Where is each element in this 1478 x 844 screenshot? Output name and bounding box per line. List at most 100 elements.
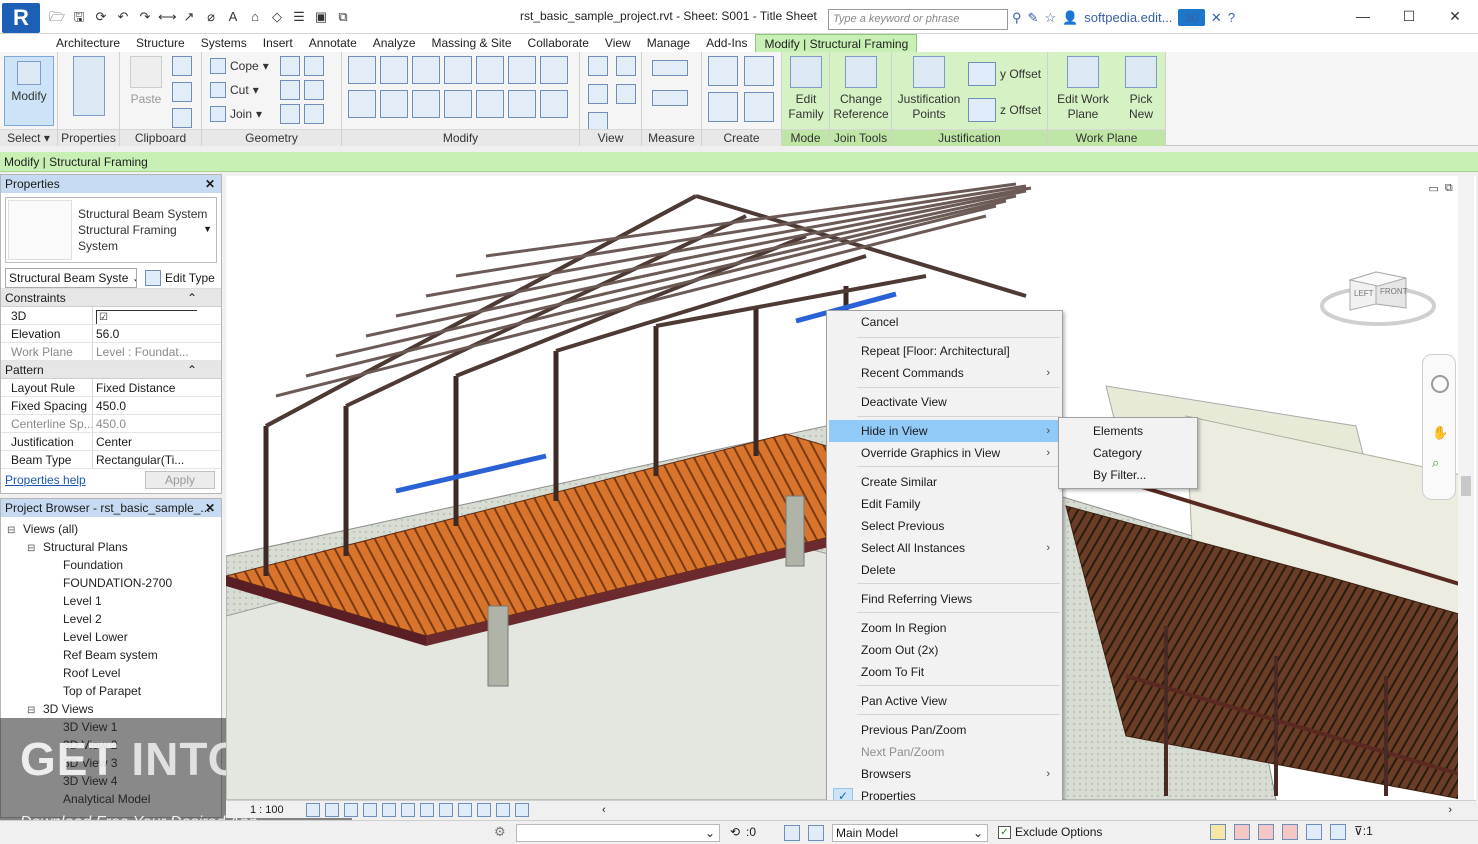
tab-massing-site[interactable]: Massing & Site (424, 34, 520, 52)
app-logo[interactable]: R (2, 3, 40, 33)
browser-item[interactable]: ⊟ 3D Views (1, 700, 221, 718)
tab-view[interactable]: View (597, 34, 639, 52)
rotate-icon[interactable] (412, 90, 440, 118)
close-icon[interactable]: ✕ (1432, 0, 1478, 32)
browser-item[interactable]: Roof Level (1, 664, 221, 682)
sun-path-icon[interactable] (344, 803, 358, 817)
property-group-header[interactable]: Constraints ⌃ (1, 289, 221, 307)
apply-button[interactable]: Apply (145, 471, 215, 489)
user-name[interactable]: softpedia.edit... (1084, 10, 1172, 25)
property-group-header[interactable]: Pattern ⌃ (1, 361, 221, 379)
tab-manage[interactable]: Manage (639, 34, 698, 52)
remove-paint-icon[interactable] (304, 104, 324, 124)
property-value[interactable]: 450.0 (93, 415, 197, 432)
view-scale[interactable]: 1 : 100 (250, 801, 284, 819)
section-icon[interactable]: ◇ (268, 8, 286, 26)
similar-icon[interactable] (744, 92, 774, 122)
property-value[interactable]: Level : Foundat... (93, 343, 197, 360)
tab-collaborate[interactable]: Collaborate (520, 34, 597, 52)
browser-item[interactable]: FOUNDATION-2700 (1, 574, 221, 592)
reveal-hidden-icon[interactable] (477, 803, 491, 817)
create-group-icon[interactable] (708, 92, 738, 122)
filter-icon[interactable]: ⊽:1 (1354, 824, 1373, 840)
tab-insert[interactable]: Insert (255, 34, 301, 52)
vertical-scrollbar[interactable] (1458, 176, 1474, 800)
scale-icon[interactable] (508, 90, 536, 118)
menu-item-zoom-in-region[interactable]: Zoom In Region (829, 617, 1060, 639)
analytical-model-icon[interactable] (496, 803, 510, 817)
detail-level-icon[interactable] (306, 803, 320, 817)
tab-annotate[interactable]: Annotate (301, 34, 365, 52)
menu-item-previous-pan-zoom[interactable]: Previous Pan/Zoom (829, 719, 1060, 741)
hide-icon[interactable] (588, 56, 608, 76)
edit-type-button[interactable]: Edit Type (145, 269, 215, 286)
text-icon[interactable]: A (224, 8, 242, 26)
menu-item-cancel[interactable]: Cancel (829, 311, 1060, 333)
cope-button[interactable]: Cope ▾ (210, 58, 269, 74)
browser-item[interactable]: Ref Beam system (1, 646, 221, 664)
steering-wheel-icon[interactable] (1431, 375, 1449, 393)
collapse-icon[interactable]: ⊟ (7, 522, 17, 540)
split-gap-icon[interactable] (508, 56, 536, 84)
design-options-icon[interactable] (784, 825, 800, 841)
save-icon[interactable]: 🖫 (70, 8, 88, 26)
property-value[interactable]: Rectangular(Ti... (93, 451, 197, 468)
collapse-icon[interactable]: ⊟ (27, 540, 37, 558)
paint-icon[interactable] (304, 80, 324, 100)
submenu-item-elements[interactable]: Elements (1061, 420, 1195, 442)
menu-item-select-all-instances[interactable]: Select All Instances › (829, 537, 1060, 559)
select-underlay-icon[interactable] (1234, 824, 1250, 840)
submenu-item-category[interactable]: Category (1061, 442, 1195, 464)
browser-item[interactable]: ⊟ Views (all) (1, 520, 221, 538)
delete-icon[interactable] (540, 90, 568, 118)
zoom-icon[interactable]: ⌕ (1432, 455, 1448, 471)
edit-work-plane-button[interactable]: Edit Work Plane (1050, 56, 1116, 122)
cut-button[interactable]: Cut ▾ (210, 82, 259, 98)
drag-elements-icon[interactable] (1306, 824, 1322, 840)
crop-view-icon[interactable] (401, 803, 415, 817)
browser-item[interactable]: Level 1 (1, 592, 221, 610)
create-parts-icon[interactable] (744, 56, 774, 86)
menu-item-find-referring-views[interactable]: Find Referring Views (829, 588, 1060, 610)
viewcube-left-label[interactable]: LEFT (1354, 289, 1374, 298)
menu-item-recent-commands[interactable]: Recent Commands › (829, 362, 1060, 384)
trim-icon[interactable] (444, 90, 472, 118)
help-icon[interactable]: ? (1228, 10, 1235, 25)
move-icon[interactable] (348, 90, 376, 118)
render-icon[interactable] (382, 803, 396, 817)
menu-item-browsers[interactable]: Browsers › (829, 763, 1060, 785)
viewport-restore-icon[interactable]: ⧉ (1445, 182, 1453, 195)
menu-item-zoom-out-2x[interactable]: Zoom Out (2x) (829, 639, 1060, 661)
tab-analyze[interactable]: Analyze (365, 34, 424, 52)
pan-icon[interactable]: ✋ (1432, 425, 1448, 441)
wall-joins-icon[interactable] (280, 56, 300, 76)
exchange-icon[interactable]: ✕ (1211, 10, 1222, 26)
properties-button[interactable] (70, 56, 108, 120)
select-by-face-icon[interactable] (1282, 824, 1298, 840)
copy-modify-icon[interactable] (380, 90, 408, 118)
background-processes-icon[interactable] (1330, 824, 1346, 840)
workset-select[interactable]: ⌄ (516, 824, 720, 842)
show-crop-icon[interactable] (420, 803, 434, 817)
tab-add-ins[interactable]: Add-Ins (698, 34, 755, 52)
instance-filter-select[interactable]: Structural Beam Syste ⌄ (5, 267, 137, 288)
pick-new-button[interactable]: Pick New (1120, 56, 1162, 122)
justification-points-button[interactable]: Justification Points (896, 56, 962, 122)
close-hidden-icon[interactable]: ▣ (312, 8, 330, 26)
close-icon[interactable]: ✕ (205, 175, 215, 193)
demolish-icon[interactable] (280, 104, 300, 124)
browser-item[interactable]: Foundation (1, 556, 221, 574)
notification-badge[interactable]: 30 (1178, 9, 1205, 26)
pin-icon[interactable] (540, 56, 568, 84)
thin-lines-icon[interactable]: ☰ (290, 8, 308, 26)
edit-family-button[interactable]: Edit Family (784, 56, 828, 122)
mirror-draw-icon[interactable] (444, 56, 472, 84)
submenu-item-by-filter[interactable]: By Filter... (1061, 464, 1195, 486)
property-value[interactable]: Center (93, 433, 197, 450)
view-filters-icon[interactable] (616, 84, 636, 104)
tag-icon[interactable]: ⌀ (202, 8, 220, 26)
align-icon[interactable] (348, 56, 376, 84)
linework-icon[interactable] (588, 84, 608, 104)
menu-item-deactivate-view[interactable]: Deactivate View (829, 391, 1060, 413)
paste-button[interactable]: Paste (126, 56, 166, 107)
